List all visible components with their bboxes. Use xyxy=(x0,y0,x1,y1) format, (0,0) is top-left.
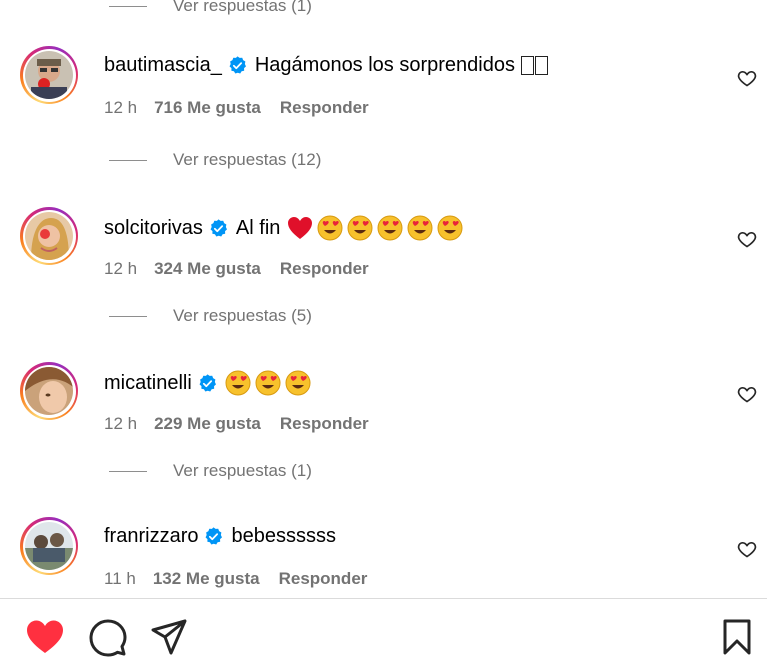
avatar-photo xyxy=(25,212,73,260)
comment-item: micatinelli 12 h 229 Me gusta Responder xyxy=(0,362,767,442)
comments-list: Ver respuestas (1) bautimascia_ Hagámono… xyxy=(0,0,767,598)
avatar[interactable] xyxy=(20,207,78,265)
heart-outline-icon[interactable] xyxy=(737,229,757,249)
heart-eyes-icon xyxy=(407,215,433,241)
heart-eyes-icon xyxy=(225,370,251,396)
username-link[interactable]: micatinelli xyxy=(104,372,192,395)
avatar[interactable] xyxy=(20,46,78,104)
avatar-photo xyxy=(25,51,73,99)
view-replies-button[interactable]: Ver respuestas (5) xyxy=(109,304,312,328)
verified-badge-icon xyxy=(199,373,216,392)
view-replies-label: Ver respuestas (12) xyxy=(173,150,322,169)
reply-button[interactable]: Responder xyxy=(280,259,369,279)
comment-line: franrizzaro bebessssss xyxy=(104,525,336,548)
view-replies-button[interactable]: Ver respuestas (1) xyxy=(109,459,312,483)
heart-eyes-icon xyxy=(317,215,343,241)
comment-icon[interactable] xyxy=(89,619,127,657)
likes-count-button[interactable]: 716 Me gusta xyxy=(154,98,261,118)
emoji-row xyxy=(225,370,315,396)
replies-divider xyxy=(109,159,147,161)
unsupported-glyphs xyxy=(521,56,549,75)
post-action-bar xyxy=(0,598,767,671)
avatar[interactable] xyxy=(20,362,78,420)
emoji-row xyxy=(287,215,467,241)
share-icon[interactable] xyxy=(151,619,187,655)
comment-item: franrizzaro bebessssss 11 h 132 Me gusta… xyxy=(0,517,767,597)
replies-divider xyxy=(109,315,147,317)
comment-meta: 12 h 229 Me gusta Responder xyxy=(104,414,369,434)
verified-badge-icon xyxy=(210,218,227,237)
likes-count-button[interactable]: 324 Me gusta xyxy=(154,259,261,279)
username-link[interactable]: bautimascia_ xyxy=(104,54,222,77)
reply-button[interactable]: Responder xyxy=(280,414,369,434)
comment-item: bautimascia_ Hagámonos los sorprendidos … xyxy=(0,46,767,126)
comment-text: bebessssss xyxy=(231,525,336,547)
view-replies-label: Ver respuestas (5) xyxy=(173,306,312,325)
avatar-photo xyxy=(25,522,73,570)
heart-outline-icon[interactable] xyxy=(737,68,757,88)
comment-meta: 12 h 716 Me gusta Responder xyxy=(104,98,369,118)
heart-outline-icon[interactable] xyxy=(737,539,757,559)
replies-divider xyxy=(109,5,147,7)
bookmark-icon[interactable] xyxy=(722,619,752,655)
view-replies-button[interactable]: Ver respuestas (1) xyxy=(109,0,312,18)
reply-button[interactable]: Responder xyxy=(280,98,369,118)
red-heart-icon xyxy=(288,217,313,239)
heart-eyes-icon xyxy=(377,215,403,241)
comment-line: micatinelli xyxy=(104,370,315,396)
heart-eyes-icon xyxy=(285,370,311,396)
reply-button[interactable]: Responder xyxy=(279,569,368,589)
heart-eyes-icon xyxy=(255,370,281,396)
heart-eyes-icon xyxy=(437,215,463,241)
heart-eyes-icon xyxy=(347,215,373,241)
comment-time: 12 h xyxy=(104,259,138,278)
comment-line: bautimascia_ Hagámonos los sorprendidos xyxy=(104,54,549,77)
heart-filled-icon[interactable] xyxy=(25,619,65,655)
comment-meta: 12 h 324 Me gusta Responder xyxy=(104,259,369,279)
verified-badge-icon xyxy=(229,56,246,74)
view-replies-label: Ver respuestas (1) xyxy=(173,461,312,480)
username-link[interactable]: franrizzaro xyxy=(104,525,198,548)
comment-time: 12 h xyxy=(104,414,138,433)
replies-divider xyxy=(109,470,147,472)
comment-meta: 11 h 132 Me gusta Responder xyxy=(104,569,367,589)
verified-badge-icon xyxy=(206,527,223,545)
avatar[interactable] xyxy=(20,517,78,575)
comment-text: Al fin xyxy=(235,216,281,239)
view-replies-button[interactable]: Ver respuestas (12) xyxy=(109,148,321,172)
heart-outline-icon[interactable] xyxy=(737,384,757,404)
comment-time: 12 h xyxy=(104,98,138,117)
likes-count-button[interactable]: 132 Me gusta xyxy=(153,569,260,589)
likes-count-button[interactable]: 229 Me gusta xyxy=(154,414,261,434)
comment-text: Hagámonos los sorprendidos xyxy=(254,54,515,76)
comment-time: 11 h xyxy=(104,569,136,588)
username-link[interactable]: solcitorivas xyxy=(104,217,203,240)
view-replies-label: Ver respuestas (1) xyxy=(173,0,312,15)
comment-item: solcitorivas Al fin 12 h 324 Me gusta Re… xyxy=(0,207,767,287)
avatar-photo xyxy=(25,367,73,415)
comment-line: solcitorivas Al fin xyxy=(104,215,467,241)
